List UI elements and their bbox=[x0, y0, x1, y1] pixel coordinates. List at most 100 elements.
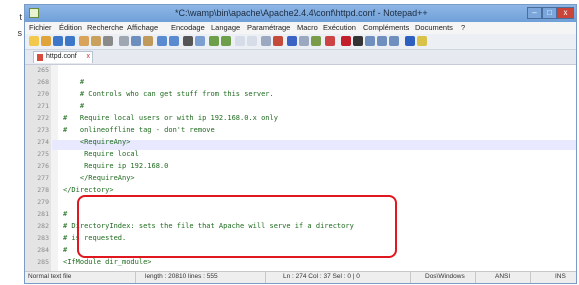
plugin-2-icon[interactable] bbox=[417, 36, 427, 46]
line-text: # bbox=[63, 246, 68, 254]
line-number: 272 bbox=[37, 114, 49, 122]
line-number: 282 bbox=[37, 222, 49, 230]
line-number: 281 bbox=[37, 210, 49, 218]
line-text: Require ip 192.168.0 bbox=[63, 162, 169, 170]
line-text: # Require local users or with ip 192.168… bbox=[63, 114, 278, 122]
line-number: 279 bbox=[37, 198, 49, 206]
cropped-char-1: t bbox=[19, 12, 22, 22]
line-number: 278 bbox=[37, 186, 49, 194]
menu-edition[interactable]: Édition bbox=[59, 23, 82, 32]
line-text: Require local bbox=[63, 150, 139, 158]
code-line: 265 bbox=[25, 65, 576, 75]
tab-httpd-conf[interactable]: httpd.conf x bbox=[33, 51, 93, 63]
line-text: <IfModule dir_module> bbox=[63, 258, 152, 266]
line-number: 276 bbox=[37, 162, 49, 170]
red-annotation-box bbox=[77, 195, 397, 258]
menu-affichage[interactable]: Affichage bbox=[127, 23, 158, 32]
sync-vertical-icon[interactable] bbox=[235, 36, 245, 46]
stop-macro-icon[interactable] bbox=[353, 36, 363, 46]
window-title: *C:\wamp\bin\apache\Apache2.4.4\conf\htt… bbox=[175, 8, 428, 18]
status-separator bbox=[530, 272, 531, 283]
cropped-char-2: s bbox=[17, 28, 23, 38]
status-eol: Dos\Windows bbox=[425, 273, 465, 280]
undo-icon[interactable] bbox=[157, 36, 167, 46]
status-insert-mode: INS bbox=[555, 273, 566, 280]
paste-icon[interactable] bbox=[143, 36, 153, 46]
cut-icon[interactable] bbox=[119, 36, 129, 46]
status-encoding: ANSI bbox=[495, 273, 511, 280]
line-text: </Directory> bbox=[63, 186, 114, 194]
menu-complements[interactable]: Compléments bbox=[363, 23, 409, 32]
line-number: 274 bbox=[37, 138, 49, 146]
copy-icon[interactable] bbox=[131, 36, 141, 46]
indent-guide-icon[interactable] bbox=[287, 36, 297, 46]
code-line: 278 </Directory> bbox=[25, 185, 576, 195]
menu-documents[interactable]: Documents bbox=[415, 23, 453, 32]
menu-bar: Fichier Édition Recherche Affichage Enco… bbox=[25, 22, 576, 34]
modified-file-icon bbox=[37, 54, 43, 61]
menu-parametrage[interactable]: Paramétrage bbox=[247, 23, 290, 32]
run-macro-multiple-icon[interactable] bbox=[377, 36, 387, 46]
play-macro-icon[interactable] bbox=[365, 36, 375, 46]
open-file-icon[interactable] bbox=[41, 36, 51, 46]
new-file-icon[interactable] bbox=[29, 36, 39, 46]
zoom-in-icon[interactable] bbox=[209, 36, 219, 46]
save-all-icon[interactable] bbox=[65, 36, 75, 46]
editor-area[interactable]: 265 268 #270 # Controls who can get stuff… bbox=[25, 65, 576, 273]
line-number: 273 bbox=[37, 126, 49, 134]
title-bar[interactable]: *C:\wamp\bin\apache\Apache2.4.4\conf\htt… bbox=[25, 5, 576, 22]
show-symbols-icon[interactable] bbox=[273, 36, 283, 46]
close-all-icon[interactable] bbox=[91, 36, 101, 46]
zoom-out-icon[interactable] bbox=[221, 36, 231, 46]
line-number: 270 bbox=[37, 90, 49, 98]
status-separator bbox=[410, 272, 411, 283]
function-list-icon[interactable] bbox=[325, 36, 335, 46]
toolbar bbox=[25, 34, 576, 50]
close-file-icon[interactable] bbox=[79, 36, 89, 46]
status-length: length : 20810 lines : 555 bbox=[145, 273, 218, 280]
line-text: # bbox=[63, 210, 68, 218]
code-line: 276 Require ip 192.168.0 bbox=[25, 161, 576, 171]
line-text: # onlineoffline tag - don't remove bbox=[63, 126, 215, 134]
doc-map-icon[interactable] bbox=[311, 36, 321, 46]
close-button[interactable]: x bbox=[557, 7, 574, 19]
line-number: 271 bbox=[37, 102, 49, 110]
word-wrap-icon[interactable] bbox=[261, 36, 271, 46]
code-line: 268 # bbox=[25, 77, 576, 87]
sync-horizontal-icon[interactable] bbox=[247, 36, 257, 46]
code-line: 277 </RequireAny> bbox=[25, 173, 576, 183]
menu-macro[interactable]: Macro bbox=[297, 23, 318, 32]
line-number: 268 bbox=[37, 78, 49, 86]
menu-encodage[interactable]: Encodage bbox=[171, 23, 205, 32]
tab-label: httpd.conf bbox=[46, 53, 77, 60]
tab-close-icon[interactable]: x bbox=[87, 53, 91, 60]
line-number: 283 bbox=[37, 234, 49, 242]
line-number: 275 bbox=[37, 150, 49, 158]
menu-recherche[interactable]: Recherche bbox=[87, 23, 123, 32]
find-icon[interactable] bbox=[183, 36, 193, 46]
line-number: 265 bbox=[37, 66, 49, 74]
menu-help[interactable]: ? bbox=[461, 23, 465, 32]
menu-langage[interactable]: Langage bbox=[211, 23, 240, 32]
code-line: 271 # bbox=[25, 101, 576, 111]
save-macro-icon[interactable] bbox=[389, 36, 399, 46]
tab-bar: httpd.conf x bbox=[25, 50, 576, 65]
replace-icon[interactable] bbox=[195, 36, 205, 46]
redo-icon[interactable] bbox=[169, 36, 179, 46]
notepadpp-app-icon bbox=[29, 8, 39, 18]
maximize-button[interactable]: □ bbox=[542, 7, 557, 19]
line-number: 277 bbox=[37, 174, 49, 182]
language-icon[interactable] bbox=[299, 36, 309, 46]
menu-fichier[interactable]: Fichier bbox=[29, 23, 52, 32]
record-macro-icon[interactable] bbox=[341, 36, 351, 46]
print-icon[interactable] bbox=[103, 36, 113, 46]
minimize-button[interactable]: – bbox=[527, 7, 542, 19]
plugin-icon[interactable] bbox=[405, 36, 415, 46]
status-file-type: Normal text file bbox=[28, 273, 72, 280]
code-line: 272 # Require local users or with ip 192.… bbox=[25, 113, 576, 123]
status-separator bbox=[135, 272, 136, 283]
line-text: # bbox=[63, 102, 85, 110]
menu-execution[interactable]: Exécution bbox=[323, 23, 356, 32]
code-line: 273 # onlineoffline tag - don't remove bbox=[25, 125, 576, 135]
save-icon[interactable] bbox=[53, 36, 63, 46]
